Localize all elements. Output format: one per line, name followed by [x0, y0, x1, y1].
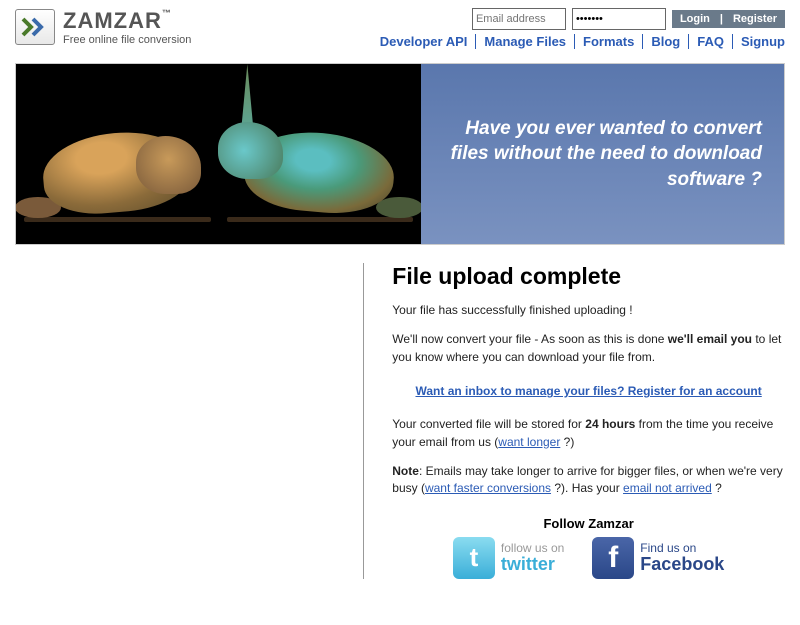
note-msg: Note: Emails may take longer to arrive f… [392, 463, 785, 498]
login-form: Login | Register [372, 8, 785, 30]
page-title: File upload complete [392, 263, 785, 290]
hero-text: Have you ever wanted to convert files wi… [421, 64, 784, 244]
hero-image [16, 64, 421, 244]
facebook-link[interactable]: f Find us onFacebook [592, 537, 724, 579]
follow-heading: Follow Zamzar [392, 516, 785, 531]
facebook-icon: f [592, 537, 634, 579]
brand-name: ZAMZAR™ [63, 8, 191, 34]
faster-conversions-link[interactable]: want faster conversions [425, 481, 551, 495]
email-input[interactable] [472, 8, 566, 30]
nav-signup[interactable]: Signup [733, 34, 785, 49]
logo[interactable]: ZAMZAR™ Free online file conversion [15, 8, 191, 46]
login-button[interactable]: Login [672, 10, 718, 28]
login-separator: | [718, 10, 725, 28]
nav-formats[interactable]: Formats [575, 34, 643, 49]
hero-banner: Have you ever wanted to convert files wi… [15, 63, 785, 245]
register-account-link[interactable]: Want an inbox to manage your files? Regi… [415, 384, 761, 398]
email-not-arrived-link[interactable]: email not arrived [623, 481, 712, 495]
nav-manage-files[interactable]: Manage Files [476, 34, 575, 49]
want-longer-link[interactable]: want longer [498, 435, 560, 449]
nav-developer-api[interactable]: Developer API [372, 34, 477, 49]
storage-info-msg: Your converted file will be stored for 2… [392, 416, 785, 451]
logo-icon [15, 9, 55, 45]
nav-blog[interactable]: Blog [643, 34, 689, 49]
nav-faq[interactable]: FAQ [689, 34, 733, 49]
twitter-icon: t [453, 537, 495, 579]
brand-tagline: Free online file conversion [63, 34, 191, 46]
password-input[interactable] [572, 8, 666, 30]
upload-success-msg: Your file has successfully finished uplo… [392, 302, 785, 319]
register-button[interactable]: Register [725, 10, 785, 28]
top-nav: Developer API Manage Files Formats Blog … [372, 34, 785, 49]
twitter-link[interactable]: t follow us ontwitter [453, 537, 564, 579]
convert-info-msg: We'll now convert your file - As soon as… [392, 331, 785, 366]
